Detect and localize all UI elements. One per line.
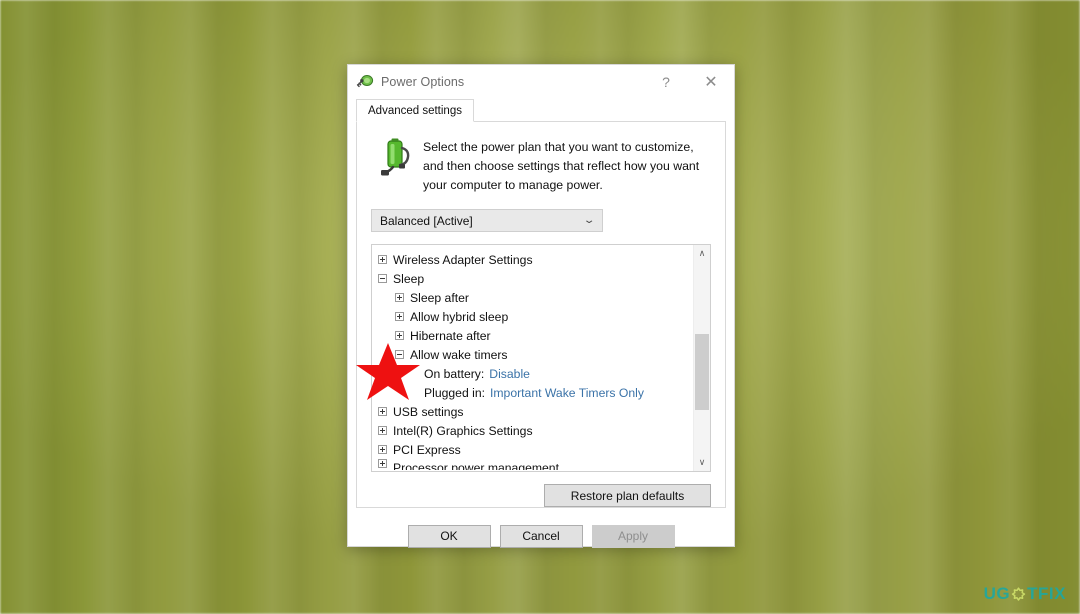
tree-row[interactable]: Wireless Adapter Settings xyxy=(372,250,693,269)
battery-power-cord-icon xyxy=(379,136,413,180)
scrollbar-track[interactable] xyxy=(694,262,710,454)
tree-row[interactable]: Sleep after xyxy=(372,288,693,307)
tree-row[interactable]: Plugged in: Important Wake Timers Only xyxy=(372,383,693,402)
expand-icon[interactable] xyxy=(378,407,387,416)
intro-text: Select the power plan that you want to c… xyxy=(423,140,700,192)
collapse-icon[interactable] xyxy=(378,274,387,283)
tree-row[interactable]: Intel(R) Graphics Settings xyxy=(372,421,693,440)
power-plug-battery-icon xyxy=(356,73,374,91)
scrollbar-thumb[interactable] xyxy=(695,334,709,410)
ugetfix-watermark: UG TFIX xyxy=(984,584,1066,604)
tree-row-label: Plugged in: xyxy=(424,385,485,400)
advanced-settings-tree[interactable]: Wireless Adapter Settings Sleep Sleep afte… xyxy=(371,244,711,472)
tree-row-label: Allow hybrid sleep xyxy=(410,309,509,324)
expand-icon[interactable] xyxy=(395,293,404,302)
tab-advanced-settings[interactable]: Advanced settings xyxy=(356,99,474,122)
window-title: Power Options xyxy=(381,74,465,89)
expand-icon[interactable] xyxy=(395,312,404,321)
intro-block: Select the power plan that you want to c… xyxy=(367,122,715,195)
tab-strip: Advanced settings xyxy=(356,98,726,122)
expand-icon[interactable] xyxy=(378,426,387,435)
tree-row[interactable]: USB settings xyxy=(372,402,693,421)
tree-row[interactable]: Sleep xyxy=(372,269,693,288)
apply-button: Apply xyxy=(591,524,675,548)
tree-row[interactable]: PCI Express xyxy=(372,440,693,459)
help-button[interactable]: ? xyxy=(644,65,688,98)
tree-row-label: Allow wake timers xyxy=(410,347,508,362)
tree-scrollbar[interactable]: ∧ ∨ xyxy=(693,245,710,471)
advanced-settings-panel: Select the power plan that you want to c… xyxy=(356,122,726,508)
restore-plan-defaults-button[interactable]: Restore plan defaults xyxy=(544,484,711,507)
expand-icon[interactable] xyxy=(395,331,404,340)
tree-row-value[interactable]: Important Wake Timers Only xyxy=(490,386,644,400)
tree-row-label: USB settings xyxy=(393,404,464,419)
tree-row-value[interactable]: Disable xyxy=(489,367,530,381)
titlebar-buttons: ? ✕ xyxy=(644,65,734,98)
restore-row: Restore plan defaults xyxy=(371,484,711,507)
chevron-down-icon: ⌄ xyxy=(582,215,596,226)
tree-row[interactable]: Allow hybrid sleep xyxy=(372,307,693,326)
scroll-down-icon[interactable]: ∨ xyxy=(694,454,711,471)
dialog-footer: OK Cancel Apply xyxy=(348,516,734,562)
tree-row-label: Sleep after xyxy=(410,290,469,305)
expand-icon[interactable] xyxy=(378,445,387,454)
tree-row-label: PCI Express xyxy=(393,442,461,457)
tree-row[interactable]: On battery: Disable xyxy=(372,364,693,383)
gear-icon xyxy=(1011,586,1026,602)
scroll-up-icon[interactable]: ∧ xyxy=(694,245,711,262)
cancel-button[interactable]: Cancel xyxy=(499,524,583,548)
tree-row-label: Processor power management xyxy=(393,461,559,470)
power-options-dialog: Power Options ? ✕ Advanced settings Sele… xyxy=(347,64,735,548)
tree-row-label: Wireless Adapter Settings xyxy=(393,252,533,267)
collapse-icon[interactable] xyxy=(395,350,404,359)
watermark-part1: UG xyxy=(983,584,1011,603)
power-plan-value: Balanced [Active] xyxy=(380,213,473,228)
power-plan-select[interactable]: Balanced [Active] ⌄ xyxy=(371,209,603,232)
tree-row-label: Sleep xyxy=(393,271,425,286)
close-icon[interactable]: ✕ xyxy=(688,65,734,98)
tree-row-label: Hibernate after xyxy=(410,328,491,343)
tree-body[interactable]: Wireless Adapter Settings Sleep Sleep afte… xyxy=(372,245,693,471)
expand-icon[interactable] xyxy=(378,459,387,468)
expand-icon[interactable] xyxy=(378,255,387,264)
tree-row[interactable]: Hibernate after xyxy=(372,326,693,345)
tree-row[interactable]: Allow wake timers xyxy=(372,345,693,364)
title-bar[interactable]: Power Options ? ✕ xyxy=(348,65,734,98)
ok-button[interactable]: OK xyxy=(407,524,491,548)
tree-row-label: On battery: xyxy=(424,366,485,381)
watermark-part2: TFIX xyxy=(1027,584,1066,603)
tree-row[interactable]: Processor power management xyxy=(372,459,693,470)
tree-row-label: Intel(R) Graphics Settings xyxy=(393,423,533,438)
